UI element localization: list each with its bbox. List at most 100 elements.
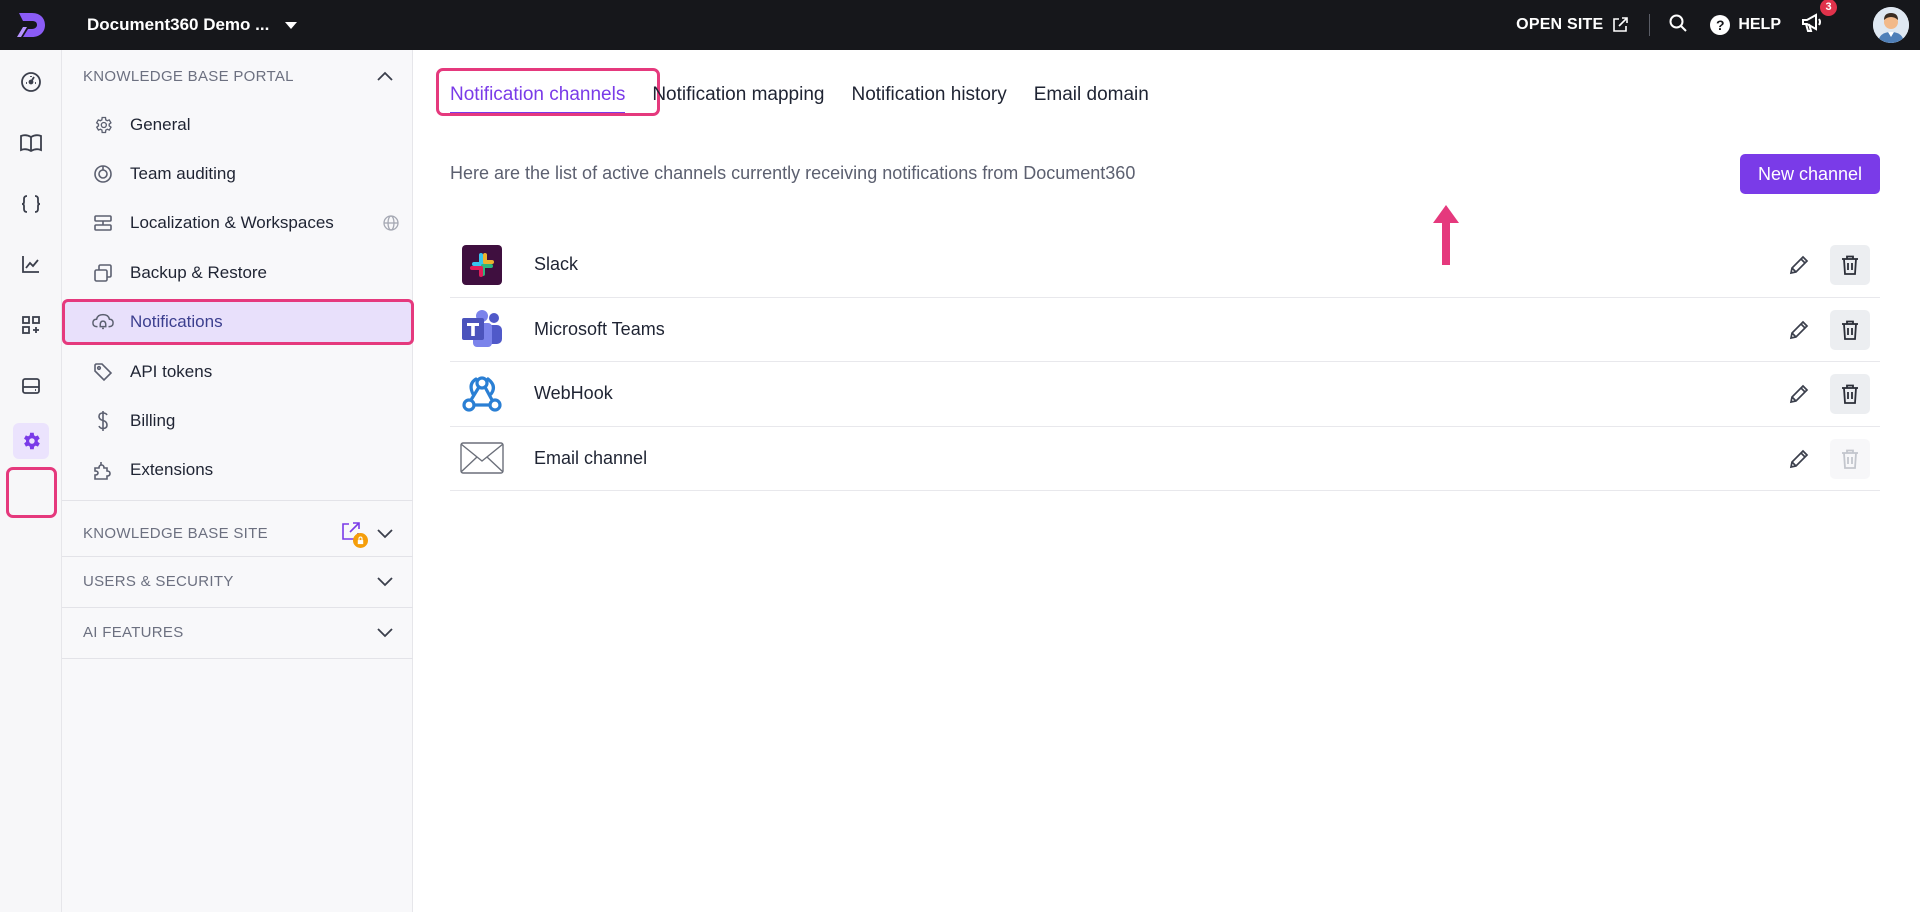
- tab-notification-history[interactable]: Notification history: [851, 70, 1006, 120]
- announcements-button[interactable]: 3: [1801, 0, 1837, 38]
- app-rail: [0, 50, 62, 912]
- open-site-label: OPEN SITE: [1516, 16, 1604, 33]
- main-content: Notification channels Notification mappi…: [413, 50, 1920, 912]
- sidebar-item-extensions[interactable]: Extensions: [92, 450, 213, 490]
- rail-dashboard[interactable]: [13, 64, 49, 100]
- top-bar: Document360 Demo ... OPEN SITE ? HELP 3: [0, 0, 1920, 50]
- edit-button[interactable]: [1786, 252, 1812, 278]
- tab-notification-channels[interactable]: Notification channels: [436, 68, 660, 120]
- delete-button[interactable]: [1830, 374, 1870, 414]
- new-channel-button[interactable]: New channel: [1740, 154, 1880, 194]
- divider: [62, 556, 413, 557]
- sidebar-item-billing[interactable]: Billing: [92, 401, 175, 441]
- teams-icon: [460, 307, 504, 351]
- analytics-icon: [22, 256, 39, 273]
- divider: [62, 658, 413, 659]
- tab-notification-mapping[interactable]: Notification mapping: [652, 70, 824, 120]
- avatar[interactable]: [1873, 7, 1909, 43]
- rail-documents[interactable]: [13, 125, 49, 161]
- sidebar-item-api-tokens[interactable]: API tokens: [92, 352, 212, 392]
- tab-email-domain[interactable]: Email domain: [1034, 70, 1149, 120]
- open-site-link[interactable]: OPEN SITE: [1516, 16, 1629, 34]
- channel-name: Slack: [534, 254, 579, 275]
- section-users-security[interactable]: USERS & SECURITY: [83, 569, 394, 593]
- external-link-icon: [1613, 17, 1629, 32]
- settings-highlight: [6, 467, 57, 518]
- rail-settings[interactable]: [13, 423, 49, 459]
- edit-button[interactable]: [1786, 317, 1812, 343]
- sidebar-item-general[interactable]: General: [92, 105, 190, 145]
- section-heading: AI FEATURES: [83, 623, 184, 641]
- chevron-down-icon: [285, 21, 298, 29]
- delete-button[interactable]: [1830, 245, 1870, 285]
- document360-logo[interactable]: [0, 0, 62, 50]
- drive-icon: [22, 378, 40, 394]
- section-heading: KNOWLEDGE BASE SITE: [83, 524, 268, 542]
- chevron-down-icon: [377, 577, 393, 587]
- pencil-icon: [1789, 320, 1809, 339]
- trash-icon: [1842, 255, 1858, 275]
- section-knowledge-base-site[interactable]: KNOWLEDGE BASE SITE: [83, 518, 394, 548]
- tab-label: Email domain: [1033, 84, 1149, 105]
- channel-list: Slack Microsoft Teams WebHook Email chan…: [450, 233, 1880, 491]
- dollar-icon: [92, 410, 114, 432]
- chevron-up-icon: [377, 71, 393, 81]
- search-icon: [1669, 14, 1688, 32]
- channel-name: Email channel: [534, 447, 648, 468]
- section-ai-features[interactable]: AI FEATURES: [83, 620, 394, 644]
- channel-row-microsoft-teams: Microsoft Teams: [450, 298, 1880, 362]
- channel-name: WebHook: [534, 383, 613, 404]
- pencil-icon: [1789, 255, 1809, 275]
- globe-icon: [383, 215, 399, 231]
- localization-icon: [92, 212, 114, 234]
- sidebar-item-label: Billing: [130, 411, 176, 430]
- rail-drive[interactable]: [13, 368, 49, 404]
- section-heading: KNOWLEDGE BASE PORTAL: [83, 67, 294, 85]
- settings-icon: [24, 432, 40, 450]
- sidebar-item-label: Team auditing: [130, 164, 236, 183]
- rail-api-docs[interactable]: [13, 186, 49, 222]
- separator: [1649, 14, 1651, 36]
- webhook-icon: [460, 372, 504, 416]
- sidebar-item-team-auditing[interactable]: Team auditing: [92, 154, 236, 194]
- channel-name: Microsoft Teams: [534, 318, 665, 339]
- channel-row-webhook: WebHook: [450, 362, 1880, 427]
- channel-row-email: Email channel: [450, 427, 1880, 491]
- section-knowledge-base-portal[interactable]: KNOWLEDGE BASE PORTAL: [83, 64, 394, 88]
- chevron-down-icon: [377, 529, 393, 539]
- tab-highlight: [436, 68, 660, 116]
- edit-button[interactable]: [1786, 381, 1812, 407]
- rail-marketplace[interactable]: [13, 307, 49, 343]
- divider: [62, 500, 413, 501]
- help-label: HELP: [1738, 16, 1781, 33]
- search-button[interactable]: [1668, 13, 1688, 38]
- pencil-icon: [1789, 449, 1809, 468]
- edit-button[interactable]: [1786, 446, 1812, 472]
- notification-cloud-icon: [92, 311, 114, 333]
- delete-button-disabled: [1830, 438, 1870, 479]
- channel-row-slack: Slack: [450, 233, 1880, 298]
- section-heading: USERS & SECURITY: [83, 572, 234, 590]
- sidebar-item-localization[interactable]: Localization & Workspaces: [92, 203, 399, 243]
- sidebar-item-label: Backup & Restore: [130, 263, 268, 282]
- delete-button[interactable]: [1830, 309, 1870, 350]
- sidebar-item-notifications[interactable]: Notifications: [92, 302, 223, 342]
- puzzle-icon: [92, 459, 114, 481]
- rail-analytics[interactable]: [13, 246, 49, 282]
- external-lock-icon: [340, 520, 368, 548]
- tag-icon: [92, 361, 114, 383]
- slack-icon: [460, 243, 504, 287]
- dashboard-icon: [21, 72, 41, 92]
- sidebar-item-backup-restore[interactable]: Backup & Restore: [92, 253, 267, 293]
- documents-icon: [20, 134, 42, 153]
- gear-icon: [92, 114, 114, 136]
- sidebar-item-label: API tokens: [130, 362, 213, 381]
- audit-icon: [92, 163, 114, 185]
- trash-icon: [1842, 449, 1858, 469]
- intro-text: Here are the list of active channels cur…: [450, 163, 1136, 183]
- marketplace-icon: [22, 316, 40, 334]
- chevron-down-icon: [377, 628, 393, 638]
- settings-sidebar: KNOWLEDGE BASE PORTAL General Team audit…: [62, 50, 414, 912]
- help-button[interactable]: ? HELP: [1710, 15, 1781, 35]
- project-switcher[interactable]: Document360 Demo ...: [87, 15, 298, 35]
